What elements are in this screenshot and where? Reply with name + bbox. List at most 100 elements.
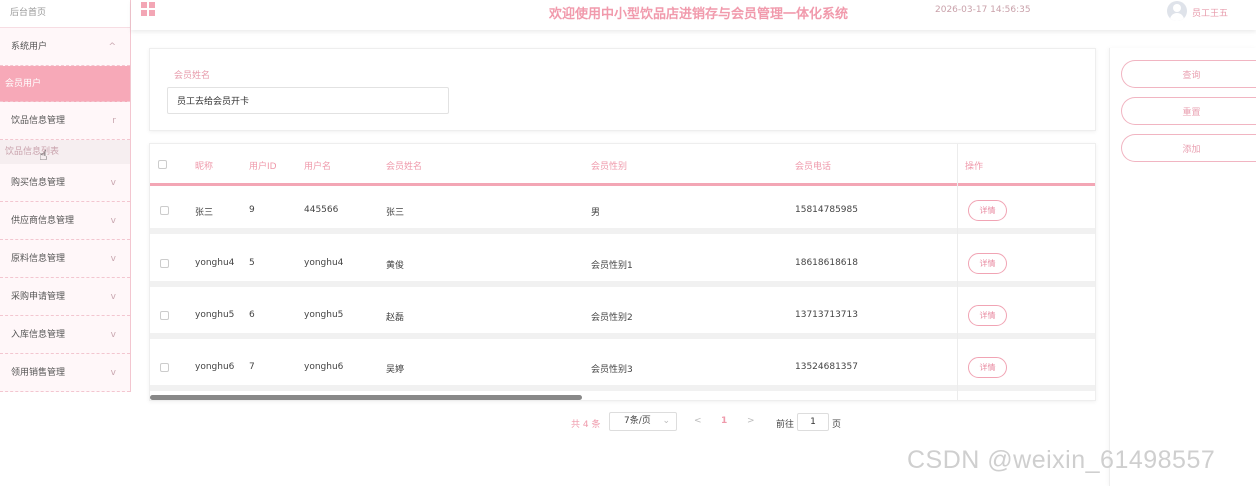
cell-username: yonghu6 [304, 362, 344, 372]
cell-username: yonghu5 [304, 310, 344, 320]
column-header[interactable]: 用户ID [249, 159, 277, 172]
hand-cursor-icon: ☝ [39, 148, 48, 164]
detail-button[interactable]: 详情 [968, 357, 1007, 378]
row-checkbox[interactable] [160, 259, 169, 268]
cell-user-id: 6 [249, 310, 255, 320]
cell-user-id: 9 [249, 205, 255, 215]
chevron-down-icon: v [110, 254, 116, 264]
column-header[interactable]: 会员性别 [591, 159, 627, 172]
sidebar-item-system-users[interactable]: 系统用户 ^ [0, 28, 130, 66]
prev-page-button[interactable]: < [694, 416, 702, 426]
cell-member-gender: 会员性别1 [591, 261, 633, 271]
page-size-value: 7条/页 [624, 416, 651, 426]
sidebar-item-purchase-info[interactable]: 购买信息管理 v [0, 164, 130, 202]
sidebar-item-drink-info[interactable]: 饮品信息管理 r [0, 102, 130, 140]
sidebar-item-label: 购买信息管理 [11, 178, 66, 188]
cell-user-id: 7 [249, 362, 255, 372]
sidebar-item-procurement[interactable]: 采购申请管理 v [0, 278, 130, 316]
pagination: 共 4 条 7条/页 ⌄ < 1 > 前往 页 [0, 412, 1256, 432]
chevron-down-icon: v [110, 292, 116, 302]
cell-member-name: 吴婷 [386, 365, 405, 375]
datetime-display: 2026-03-17 14:56:35 [935, 5, 1031, 15]
chevron-down-icon: v [110, 178, 116, 188]
cell-nickname: 张三 [195, 208, 214, 218]
cell-member-name: 黄俊 [386, 261, 405, 271]
total-count: 共 4 条 [571, 420, 601, 430]
goto-label: 前往 [776, 420, 795, 430]
sidebar-item-material-info[interactable]: 原料信息管理 v [0, 240, 130, 278]
member-name-label: 会员姓名 [174, 71, 211, 81]
cell-nickname: yonghu5 [195, 310, 235, 320]
username-label[interactable]: 员工王五 [1192, 6, 1228, 19]
sidebar-item-member-users[interactable]: 会员用户 [0, 66, 130, 102]
cell-member-phone: 18618618618 [795, 258, 858, 268]
sidebar-item-label: 原料信息管理 [11, 254, 66, 264]
page-title: 欢迎使用中小型饮品店进销存与会员管理一体化系统 [549, 7, 849, 22]
table-row: yonghu6 7 yonghu6 吴婷 会员性别3 13524681357 详… [150, 344, 1095, 391]
cell-username: 445566 [304, 205, 339, 215]
fixed-column-divider [957, 144, 958, 400]
menu-grid-icon[interactable] [141, 2, 155, 16]
cell-username: yonghu4 [304, 258, 344, 268]
sidebar-item-label: 饮品信息列表 [5, 147, 60, 157]
horizontal-scrollbar[interactable] [150, 395, 582, 400]
cell-member-gender: 会员性别2 [591, 313, 633, 323]
row-checkbox[interactable] [160, 311, 169, 320]
member-name-input[interactable] [167, 87, 449, 114]
chevron-icon: r [112, 116, 116, 126]
cell-member-gender: 男 [591, 208, 601, 218]
sidebar-item-label: 会员用户 [5, 79, 42, 89]
column-header[interactable]: 会员电话 [795, 159, 831, 172]
cell-user-id: 5 [249, 258, 255, 268]
chevron-up-icon: ^ [108, 42, 116, 52]
action-panel: 查询 重置 添加 [1109, 48, 1256, 486]
column-header: 操作 [965, 162, 984, 172]
next-page-button[interactable]: > [747, 416, 755, 426]
reset-button[interactable]: 重置 [1121, 97, 1256, 125]
cell-member-name: 张三 [386, 208, 405, 218]
cell-member-phone: 13524681357 [795, 362, 858, 372]
sidebar-item-label: 系统用户 [11, 42, 48, 52]
sidebar-item-sales[interactable]: 领用销售管理 v [0, 354, 130, 392]
table-header: 昵称 用户ID 用户名 会员姓名 会员性别 会员电话 操作 [150, 144, 1095, 186]
chevron-down-icon: v [110, 216, 116, 226]
sidebar-item-label: 领用销售管理 [11, 368, 66, 378]
select-all-checkbox[interactable] [158, 160, 167, 169]
chevron-down-icon: v [110, 368, 116, 378]
cell-nickname: yonghu4 [195, 258, 235, 268]
detail-button[interactable]: 详情 [968, 253, 1007, 274]
sidebar-item-label: 饮品信息管理 [11, 116, 66, 126]
sidebar-item-drink-list[interactable]: 饮品信息列表 [0, 140, 130, 164]
top-header: 欢迎使用中小型饮品店进销存与会员管理一体化系统 2026-03-17 14:56… [131, 0, 1256, 30]
page-size-select[interactable]: 7条/页 ⌄ [609, 412, 677, 431]
column-header[interactable]: 会员姓名 [386, 159, 422, 172]
member-table: 昵称 用户ID 用户名 会员姓名 会员性别 会员电话 操作 张三 9 44556… [149, 143, 1096, 401]
row-checkbox[interactable] [160, 206, 169, 215]
sidebar-item-label: 入库信息管理 [11, 330, 66, 340]
table-row: yonghu5 6 yonghu5 赵磊 会员性别2 13713713713 详… [150, 292, 1095, 339]
cell-nickname: yonghu6 [195, 362, 235, 372]
avatar[interactable] [1167, 1, 1187, 21]
detail-button[interactable]: 详情 [968, 200, 1007, 221]
cell-member-name: 赵磊 [386, 313, 405, 323]
detail-button[interactable]: 详情 [968, 305, 1007, 326]
goto-page-input[interactable] [797, 413, 829, 431]
sidebar-item-label: 供应商信息管理 [11, 216, 75, 226]
chevron-down-icon: ⌄ [662, 416, 670, 426]
sidebar-home-link[interactable]: 后台首页 [0, 0, 130, 28]
add-button[interactable]: 添加 [1121, 134, 1256, 162]
cell-member-gender: 会员性别3 [591, 365, 633, 375]
sidebar-item-label: 采购申请管理 [11, 292, 66, 302]
sidebar-item-stock-in[interactable]: 入库信息管理 v [0, 316, 130, 354]
table-row: yonghu4 5 yonghu4 黄俊 会员性别1 18618618618 详… [150, 240, 1095, 287]
column-header[interactable]: 昵称 [195, 159, 213, 172]
query-button[interactable]: 查询 [1121, 60, 1256, 88]
sidebar-item-supplier-info[interactable]: 供应商信息管理 v [0, 202, 130, 240]
cell-member-phone: 15814785985 [795, 205, 858, 215]
sidebar: 后台首页 系统用户 ^ 会员用户 饮品信息管理 r 饮品信息列表 购买信息管理 … [0, 0, 131, 392]
column-header[interactable]: 用户名 [304, 159, 331, 172]
cell-member-phone: 13713713713 [795, 310, 858, 320]
row-checkbox[interactable] [160, 363, 169, 372]
page-suffix-label: 页 [832, 420, 842, 430]
page-number-current[interactable]: 1 [721, 416, 727, 426]
